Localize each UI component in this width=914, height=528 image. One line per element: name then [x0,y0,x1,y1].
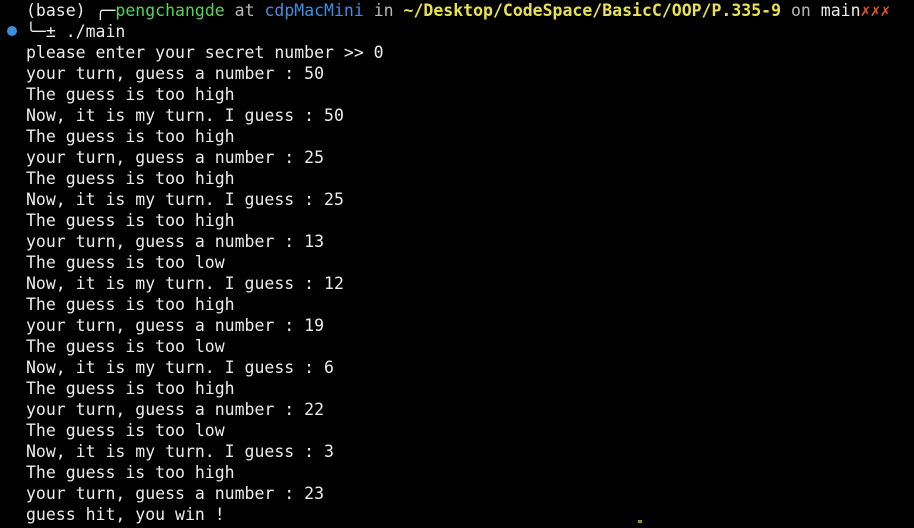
output-line: your turn, guess a number : 50 [26,64,325,83]
output-line: The guess is too high [26,169,235,188]
output-line: your turn, guess a number : 19 [26,316,325,335]
output-line: Now, it is my turn. I guess : 25 [26,190,344,209]
prompt-at: at [234,1,255,20]
output-line: The guess is too high [26,85,235,104]
output-line: The guess is too high [26,211,235,230]
terminal-window[interactable]: (base) ╭─pengchangde at cdpMacMini in ~/… [0,0,914,528]
command-status-dot-icon[interactable] [7,26,17,36]
output-line: The guess is too low [26,337,225,356]
prompt-host: cdpMacMini [264,1,364,20]
output-line: your turn, guess a number : 13 [26,232,325,251]
prompt-branch: main [820,1,861,20]
conda-env: (base) [26,1,86,20]
prompt-on: on [790,1,811,20]
prompt-dirty-marker: ✗✗✗ [860,1,891,20]
prompt-user: pengchangde [115,1,225,20]
prompt-symbol: ± [45,22,56,41]
output-line: The guess is too high [26,379,235,398]
prompt-line: (base) ╭─pengchangde at cdpMacMini in ~/… [26,0,890,21]
prompt-in: in [373,1,394,20]
command-line: ╰─± ./main [26,21,125,42]
output-line: The guess is too high [26,127,235,146]
output-line: The guess is too low [26,253,225,272]
output-line: your turn, guess a number : 22 [26,400,325,419]
cursor-marker [638,520,642,523]
output-line: Now, it is my turn. I guess : 6 [26,358,334,377]
output-line: please enter your secret number >> 0 [26,43,384,62]
output-line: The guess is too high [26,295,235,314]
prompt-path: ~/Desktop/CodeSpace/BasicC/OOP/P.335-9 [403,1,782,20]
output-line: The guess is too low [26,421,225,440]
prompt-corner: ╭─ [95,1,116,20]
output-line: your turn, guess a number : 23 [26,484,325,503]
output-line: guess hit, you win ! [26,505,225,524]
output-line: your turn, guess a number : 25 [26,148,325,167]
prompt-corner-bottom: ╰─ [26,22,46,41]
output-line: Now, it is my turn. I guess : 12 [26,274,344,293]
output-line: Now, it is my turn. I guess : 3 [26,442,334,461]
output-line: The guess is too high [26,463,235,482]
command-text: ./main [65,22,126,41]
output-line: Now, it is my turn. I guess : 50 [26,106,344,125]
